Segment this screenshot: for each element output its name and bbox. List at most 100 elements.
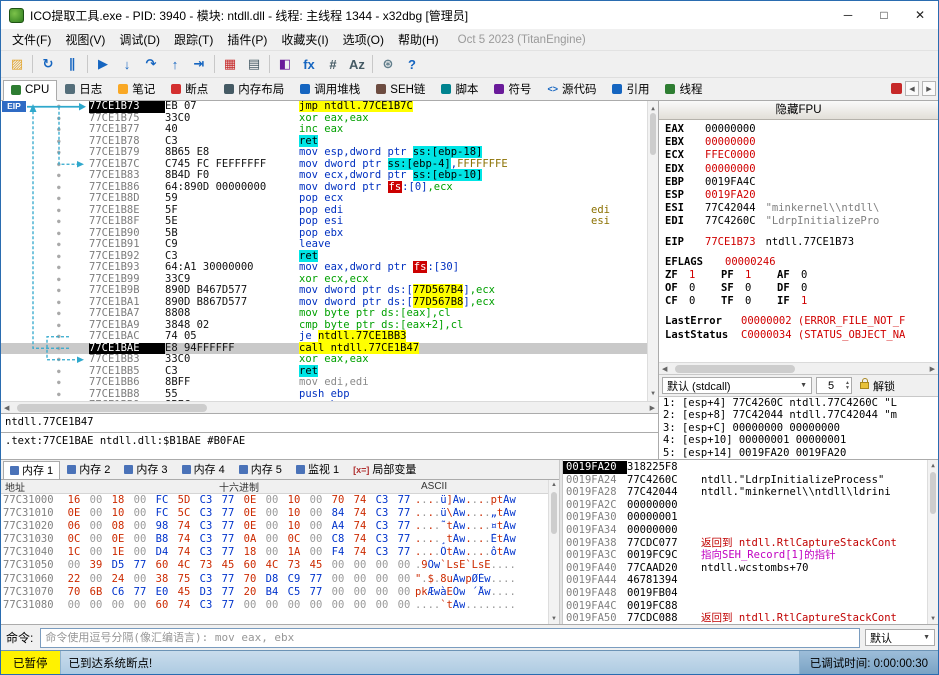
tab-references[interactable]: 引用 [604, 79, 657, 100]
df-flag[interactable]: DF 0 [777, 282, 833, 294]
dump-row[interactable]: 77C31080 00 00 00 00 60 74 C3 77 00 00 00 00 00 00 00 00… [1, 599, 559, 612]
pf-flag[interactable]: PF 1 [721, 269, 777, 281]
step-out-button[interactable]: ↑ [163, 53, 187, 75]
breakpoint-dot[interactable]: ● [57, 205, 61, 217]
disasm-vscrollbar[interactable]: ▲ ▼ [647, 101, 658, 401]
dump-row[interactable]: 77C31050 00 39 D5 77 60 4C 73 45 60 4C 73 45 00 00 00 00… [1, 559, 559, 572]
of-flag[interactable]: OF 0 [665, 282, 721, 294]
stack-vscrollbar-thumb[interactable] [930, 472, 936, 514]
registers-hscrollbar[interactable]: ◀ ▶ [659, 362, 938, 374]
scroll-left-icon[interactable]: ◀ [4, 404, 9, 412]
tab-script[interactable]: 脚本 [433, 79, 486, 100]
sf-flag[interactable]: SF 0 [721, 282, 777, 294]
restart-button[interactable]: ↻ [36, 53, 60, 75]
breakpoint-dot[interactable]: ● [57, 297, 61, 309]
tab-locals[interactable]: [x=] 局部变量 [346, 460, 423, 479]
dump-row[interactable]: 77C31020 06 00 08 00 98 74 C3 77 0E 00 10 00 A4 74 C3 77… [1, 520, 559, 533]
register-row[interactable]: EIP 77CE1B73 ntdll.77CE1B73 [665, 236, 938, 249]
tab-watch-1[interactable]: 监视 1 [289, 460, 346, 479]
tab-log[interactable]: 日志 [57, 79, 110, 100]
patch-button[interactable]: ◧ [273, 53, 297, 75]
breakpoint-dot[interactable]: ● [57, 113, 61, 125]
breakpoint-dot[interactable]: ● [57, 377, 61, 389]
zf-flag[interactable]: ZF 1 [665, 269, 721, 281]
run-button[interactable]: ▶ [91, 53, 115, 75]
stack-row[interactable]: 0019FA24 77C4260C ntdll."LdrpInitializePro… [563, 474, 938, 487]
argument-row[interactable]: 4: [esp+10] 00000001 00000001 [663, 434, 938, 446]
tab-source[interactable]: <> 源代码 [539, 79, 604, 100]
breakpoint-dot[interactable]: ● [57, 262, 61, 274]
register-row[interactable]: LastStatus C0000034 (STATUS_OBJECT_NA [665, 329, 938, 342]
scroll-up-icon[interactable]: ▲ [551, 482, 557, 488]
stack-row[interactable]: 0019FA30 00000001 [563, 511, 938, 524]
breakpoint-dot[interactable]: ● [57, 274, 61, 286]
tab-dump-3[interactable]: 内存 3 [117, 460, 174, 479]
dump-row[interactable]: 77C31070 70 6B C6 77 E0 45 D3 77 20 B4 C5 77 00 00 00 00… [1, 586, 559, 599]
argument-row[interactable]: 2: [esp+8] 77C42044 ntdll.77C42044 "m [663, 409, 938, 421]
open-file-button[interactable]: ▨ [5, 53, 29, 75]
plugin-icon[interactable] [891, 83, 902, 94]
scroll-left-icon[interactable]: ◀ [662, 365, 667, 373]
tab-call-stack[interactable]: 调用堆栈 [292, 79, 368, 100]
unlock-button[interactable]: 解锁 [856, 378, 899, 394]
stack-row[interactable]: 0019FA3C 0019FC9C 指向SEH_Record[1]的指针 [563, 549, 938, 562]
tab-cpu[interactable]: CPU [3, 80, 58, 101]
hide-fpu-button[interactable]: 隐藏FPU [659, 101, 938, 120]
cf-flag[interactable]: CF 0 [665, 295, 721, 307]
stack-row[interactable]: 0019FA34 00000000 [563, 524, 938, 537]
menu-item-收藏夹(I)[interactable]: 收藏夹(I) [274, 30, 335, 50]
stack-row[interactable]: 0019FA20 318225F8 [563, 461, 938, 474]
minimize-button[interactable]: ─ [830, 1, 866, 29]
breakpoint-dot[interactable]: ● [57, 170, 61, 182]
register-row[interactable]: EDI 77C4260C "LdrpInitializePro [665, 215, 938, 228]
spinner-arrows-icon[interactable]: ▲ ▼ [845, 380, 851, 391]
breakpoint-dot[interactable]: ● [57, 159, 61, 171]
help-button[interactable]: ? [400, 53, 424, 75]
maximize-button[interactable]: □ [866, 1, 902, 29]
stack-row[interactable]: 0019FA40 77CAAD20 ntdll.wcstombs+70 [563, 562, 938, 575]
breakpoint-dot[interactable]: ● [57, 354, 61, 366]
breakpoint-dot[interactable]: ● [57, 147, 61, 159]
assemble-button[interactable]: Az [345, 53, 369, 75]
breakpoint-dot[interactable]: ● [57, 216, 61, 228]
stack-row[interactable]: 0019FA44 46781394 [563, 574, 938, 587]
tab-memory-map[interactable]: 内存布局 [216, 79, 292, 100]
tab-dump-1[interactable]: 内存 1 [3, 461, 61, 479]
command-input[interactable] [40, 627, 860, 648]
breakpoints-button[interactable]: ▦ [218, 53, 242, 75]
scroll-right-icon[interactable]: ▶ [650, 404, 655, 412]
scroll-down-icon[interactable]: ▼ [931, 615, 935, 622]
argument-row[interactable]: 3: [esp+C] 00000000 00000000 [663, 422, 938, 434]
menu-item-帮助(H)[interactable]: 帮助(H) [391, 30, 446, 50]
scroll-down-icon[interactable]: ▼ [551, 616, 557, 622]
pause-button[interactable]: ∥ [60, 53, 84, 75]
tab-seh[interactable]: SEH链 [368, 79, 433, 100]
menu-item-跟踪(T)[interactable]: 跟踪(T) [167, 30, 220, 50]
tab-scroll-left-button[interactable]: ◀ [905, 81, 919, 96]
dump-row[interactable]: 77C31040 1C 00 1E 00 D4 74 C3 77 18 00 1A 00 F4 74 C3 77… [1, 546, 559, 559]
register-row[interactable]: ESP 0019FA20 [665, 189, 938, 202]
breakpoint-dot[interactable]: ● [57, 193, 61, 205]
disasm-hscrollbar[interactable]: ◀ ▶ [1, 401, 658, 413]
register-row[interactable]: EBP 0019FA4C [665, 176, 938, 189]
disasm-row[interactable]: ● 77CE1BAC 74 05 je ntdll.77CE1BB3 [1, 330, 658, 343]
stack-row[interactable]: 0019FA38 77CDC077 返回到 ntdll.RtlCaptureStac… [563, 537, 938, 550]
menu-item-插件(P)[interactable]: 插件(P) [220, 30, 274, 50]
register-row[interactable]: ESI 77C42044 "minkernel\\ntdll\ [665, 202, 938, 215]
tab-dump-2[interactable]: 内存 2 [60, 460, 117, 479]
menu-item-调试(D)[interactable]: 调试(D) [112, 30, 167, 50]
register-row[interactable]: EFLAGS 00000246 [665, 256, 938, 269]
register-row[interactable]: EBX 00000000 [665, 136, 938, 149]
tab-dump-4[interactable]: 内存 4 [175, 460, 232, 479]
run-to-user-code-button[interactable]: ⇥ [187, 53, 211, 75]
stack-row[interactable]: 0019FA4C 0019FC88 [563, 600, 938, 613]
breakpoint-dot[interactable]: ● [57, 320, 61, 332]
breakpoint-dot[interactable]: ● [57, 285, 61, 297]
breakpoint-dot[interactable]: ● [57, 343, 61, 355]
step-into-button[interactable]: ↓ [115, 53, 139, 75]
stack-row[interactable]: 0019FA2C 00000000 [563, 499, 938, 512]
dump-row[interactable]: 77C31060 22 00 24 00 38 75 C3 77 70 D8 C9 77 00 00 00 00… [1, 573, 559, 586]
argument-row[interactable]: 5: [esp+14] 0019FA20 0019FA20 [663, 447, 938, 459]
dump-vscrollbar[interactable]: ▲ ▼ [548, 480, 559, 624]
arguments-view[interactable]: 1: [esp+4] 77C4260C ntdll.77C4260C "L 2: … [659, 397, 938, 459]
